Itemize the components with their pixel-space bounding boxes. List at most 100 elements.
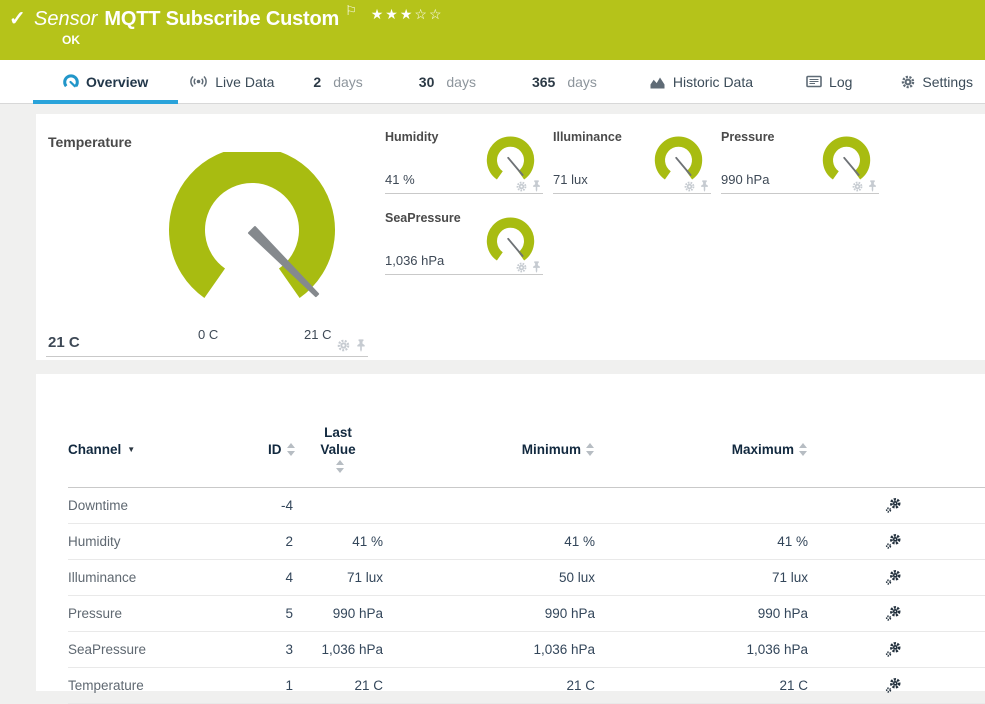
table-row-temperature: Temperature 1 21 C 21 C 21 C bbox=[68, 668, 985, 704]
minimum-value: 41 % bbox=[383, 534, 595, 549]
tab-label: Log bbox=[829, 74, 852, 90]
maximum-value: 990 hPa bbox=[595, 606, 808, 621]
gear-icon bbox=[901, 75, 915, 89]
gear-icon[interactable] bbox=[337, 339, 350, 352]
tab-unit: days bbox=[567, 74, 597, 90]
last-value: 71 lux bbox=[293, 570, 383, 585]
tab-label: Overview bbox=[86, 74, 148, 90]
tab-label: Historic Data bbox=[673, 74, 753, 90]
channel-name: Illuminance bbox=[68, 570, 268, 585]
sensor-tabbar: Overview Live Data 2 days 30 days 365 da… bbox=[0, 60, 985, 104]
gear-icon[interactable] bbox=[516, 181, 527, 192]
tab-overview[interactable]: Overview bbox=[33, 60, 178, 103]
gear-icon[interactable] bbox=[684, 181, 695, 192]
channel-panel-title: Illuminance bbox=[553, 130, 622, 144]
channel-settings-gears-icon[interactable] bbox=[885, 642, 901, 658]
channel-current-value: 41 % bbox=[385, 172, 415, 187]
channel-name: Humidity bbox=[68, 534, 268, 549]
channel-panel-pressure: Pressure 990 hPa bbox=[721, 122, 879, 194]
tab-label: Live Data bbox=[215, 74, 274, 90]
sort-icon bbox=[586, 443, 595, 456]
channel-current-value: 990 hPa bbox=[721, 172, 769, 187]
pin-icon[interactable] bbox=[868, 180, 877, 192]
channel-name: Downtime bbox=[68, 498, 268, 513]
minimum-value: 1,036 hPa bbox=[383, 642, 595, 657]
sensor-title-line: SensorMQTT Subscribe Custom⚐★★★☆☆ bbox=[34, 3, 444, 31]
tab-30-days[interactable]: 30 days bbox=[391, 60, 504, 103]
sensor-title: MQTT Subscribe Custom bbox=[104, 8, 339, 30]
gauges-card: Temperature 0 C 21 C 21 C Humidity 41 bbox=[36, 114, 985, 360]
channel-id: 4 bbox=[268, 570, 293, 585]
tab-historic-data[interactable]: Historic Data bbox=[625, 60, 777, 103]
channel-panel-temperature: Temperature 0 C 21 C 21 C bbox=[46, 122, 368, 357]
column-header-id[interactable]: ID bbox=[268, 442, 293, 457]
priority-stars[interactable]: ★★★☆☆ bbox=[371, 6, 444, 22]
dropdown-caret-icon: ▼ bbox=[127, 445, 135, 454]
maximum-value: 1,036 hPa bbox=[595, 642, 808, 657]
sort-icon bbox=[799, 443, 808, 456]
status-check-icon: ✓ bbox=[9, 6, 26, 31]
channel-panel-title: SeaPressure bbox=[385, 211, 461, 225]
channel-settings-gears-icon[interactable] bbox=[885, 570, 901, 586]
gauge-scale-max: 21 C bbox=[304, 327, 331, 342]
tab-settings[interactable]: Settings bbox=[881, 60, 985, 103]
column-header-channel[interactable]: Channel▼ bbox=[68, 442, 268, 457]
channel-current-value: 1,036 hPa bbox=[385, 253, 444, 268]
pin-icon[interactable] bbox=[356, 339, 366, 352]
channel-panel-humidity: Humidity 41 % bbox=[385, 122, 543, 194]
maximum-value: 41 % bbox=[595, 534, 808, 549]
channel-id: 2 bbox=[268, 534, 293, 549]
tab-2-days[interactable]: 2 days bbox=[285, 60, 390, 103]
channel-settings-gears-icon[interactable] bbox=[885, 678, 901, 694]
last-value: 41 % bbox=[293, 534, 383, 549]
table-row-seapressure: SeaPressure 3 1,036 hPa 1,036 hPa 1,036 … bbox=[68, 632, 985, 668]
pin-icon[interactable] bbox=[700, 180, 709, 192]
channel-id: 5 bbox=[268, 606, 293, 621]
column-header-minimum[interactable]: Minimum bbox=[383, 442, 595, 457]
sensor-status-header: ✓ SensorMQTT Subscribe Custom⚐★★★☆☆ OK bbox=[0, 0, 985, 60]
tab-365-days[interactable]: 365 days bbox=[504, 60, 625, 103]
gauge-icon bbox=[63, 74, 79, 89]
tab-unit: days bbox=[446, 74, 476, 90]
channel-name: Pressure bbox=[68, 606, 268, 621]
flag-icon[interactable]: ⚐ bbox=[345, 3, 357, 18]
gear-icon[interactable] bbox=[852, 181, 863, 192]
table-row-humidity: Humidity 2 41 % 41 % 41 % bbox=[68, 524, 985, 560]
tab-log[interactable]: Log bbox=[777, 60, 881, 103]
gear-icon[interactable] bbox=[516, 262, 527, 273]
tab-number: 2 bbox=[313, 74, 321, 90]
minimum-value: 990 hPa bbox=[383, 606, 595, 621]
tab-number: 365 bbox=[532, 74, 555, 90]
column-header-maximum[interactable]: Maximum bbox=[595, 442, 808, 457]
last-value: 1,036 hPa bbox=[293, 642, 383, 657]
channel-panel-illuminance: Illuminance 71 lux bbox=[553, 122, 711, 194]
channel-panel-title: Temperature bbox=[48, 134, 132, 150]
tab-number: 30 bbox=[419, 74, 435, 90]
channel-table-header: Channel▼ ID Last Value Minimum Maximum bbox=[68, 374, 985, 488]
last-value: 990 hPa bbox=[293, 606, 383, 621]
maximum-value: 71 lux bbox=[595, 570, 808, 585]
table-row-illuminance: Illuminance 4 71 lux 50 lux 71 lux bbox=[68, 560, 985, 596]
channel-settings-gears-icon[interactable] bbox=[885, 534, 901, 550]
tab-unit: days bbox=[333, 74, 363, 90]
channel-panel-title: Pressure bbox=[721, 130, 775, 144]
column-header-last-value[interactable]: Last Value bbox=[293, 424, 383, 475]
live-signal-icon bbox=[189, 75, 208, 88]
temperature-gauge bbox=[152, 152, 352, 322]
area-chart-icon bbox=[649, 75, 666, 89]
channel-id: -4 bbox=[268, 498, 293, 513]
table-row-downtime: Downtime -4 bbox=[68, 488, 985, 524]
channel-current-value: 21 C bbox=[48, 334, 80, 351]
table-row-pressure: Pressure 5 990 hPa 990 hPa 990 hPa bbox=[68, 596, 985, 632]
channel-settings-gears-icon[interactable] bbox=[885, 606, 901, 622]
pin-icon[interactable] bbox=[532, 261, 541, 273]
prtg-sensor-page: ✓ SensorMQTT Subscribe Custom⚐★★★☆☆ OK O… bbox=[0, 0, 985, 691]
pin-icon[interactable] bbox=[532, 180, 541, 192]
channel-settings-gears-icon[interactable] bbox=[885, 498, 901, 514]
sort-icon bbox=[287, 443, 296, 456]
tab-live-data[interactable]: Live Data bbox=[178, 60, 285, 103]
channel-panel-title: Humidity bbox=[385, 130, 438, 144]
sort-icon bbox=[336, 460, 345, 473]
channel-table-card: Channel▼ ID Last Value Minimum Maximum D… bbox=[36, 374, 985, 691]
channel-id: 3 bbox=[268, 642, 293, 657]
